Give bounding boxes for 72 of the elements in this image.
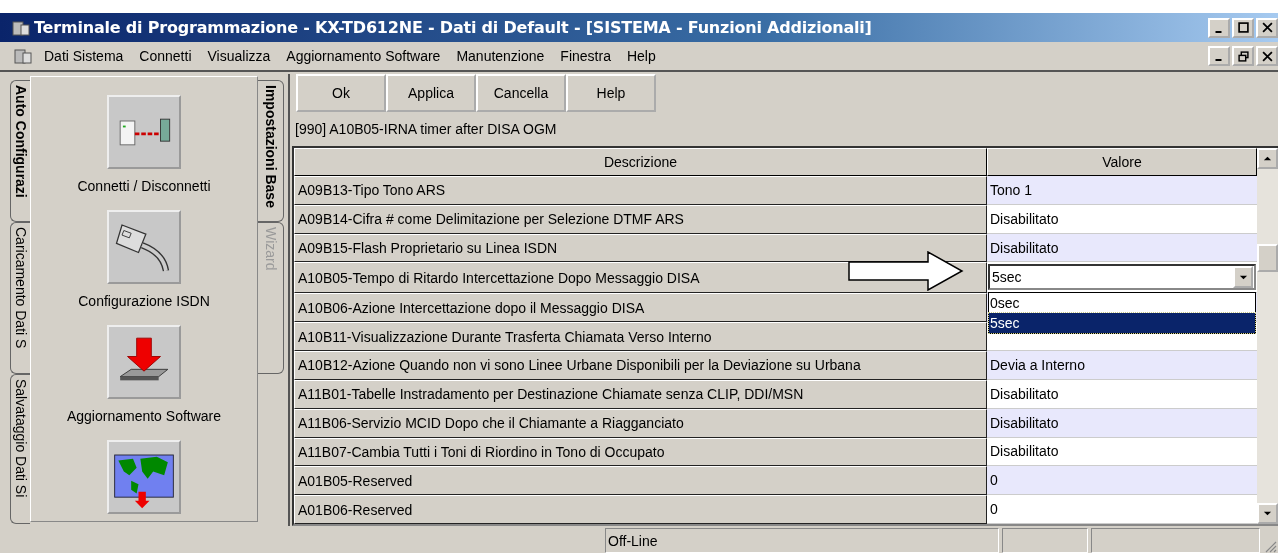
close-button[interactable] (1256, 17, 1278, 38)
launcher-label: Aggiornamento Software (66, 408, 222, 424)
table-cell: Tono 1 (987, 176, 1257, 205)
side-tab[interactable]: Auto Configurazi (10, 80, 30, 222)
launcher-button[interactable] (107, 325, 181, 399)
menu-item[interactable]: Connetti (131, 48, 200, 64)
table-cell: Disabilitato (987, 408, 1257, 438)
table-cell: A11B07-Cambia Tutti i Toni di Riordino in Tono di Occupato (294, 437, 987, 467)
table-cell: A10B05-Tempo di Ritardo Intercettazione Dopo Messaggio DISA (294, 262, 987, 294)
minimize-icon (1214, 59, 1222, 61)
table-cell: A09B14-Cifra # come Delimitazione per Selezione DTMF ARS (294, 204, 987, 234)
toolbar-button[interactable]: Cancella (476, 74, 566, 112)
table-cell: Disabilitato (987, 204, 1257, 234)
launcher-button[interactable] (107, 210, 181, 284)
launcher-label: Connetti / Disconnetti (77, 178, 211, 194)
parameter-info: [990] A10B05-IRNA timer after DISA OGM (294, 120, 558, 139)
table-cell: A10B12-Azione Quando non vi sono Linee Urbane Disponibili per la Deviazione su Urbana (294, 351, 987, 380)
minimize-button[interactable] (1208, 46, 1230, 66)
dropdown-field[interactable]: 5sec (988, 264, 1256, 291)
table-cell: A10B06-Azione Intercettazione dopo il Messaggio DISA (294, 293, 987, 323)
restore-icon (1237, 50, 1249, 62)
menu-item[interactable]: Finestra (552, 48, 619, 64)
minimize-button[interactable] (1208, 17, 1230, 38)
table-cell: A11B06-Servizio MCID Dopo che il Chiamante a Riagganciato (294, 408, 987, 438)
close-button[interactable] (1256, 46, 1278, 66)
maximize-icon (1237, 22, 1249, 33)
table-cell: A01B06-Reserved (294, 495, 987, 524)
launcher-label: Configurazione ISDN (78, 293, 210, 309)
dropdown-option[interactable]: 5sec (989, 313, 1255, 334)
table-cell: Disabilitato (987, 233, 1257, 263)
table-cell: Disabilitato (987, 437, 1257, 467)
window-title: Terminale di Programmazione - KX-TD612NE - Dati di Default - [SISTEMA - Funzioni Addizionali] (34, 18, 872, 37)
computer-icon (14, 47, 32, 65)
toolbar-button[interactable]: Ok (296, 74, 386, 112)
minimize-icon (1214, 30, 1222, 33)
resize-grip-icon (1263, 539, 1277, 553)
scroll-down-button[interactable] (1257, 503, 1278, 524)
computer-icon (12, 18, 30, 37)
scroll-thumb[interactable] (1257, 244, 1278, 272)
side-tab[interactable]: Caricamento Dati S (10, 222, 30, 374)
side-tab[interactable]: Salvataggio Dati Si (10, 374, 30, 524)
vertical-scrollbar[interactable] (1257, 148, 1278, 524)
menu-item[interactable]: Help (618, 48, 664, 64)
table-cell: Disabilitato (987, 379, 1257, 409)
toolbar-button[interactable]: Help (566, 74, 656, 112)
table-cell: A10B11-Visualizzazione Durante Trasferta Chiamata Verso Interno (294, 322, 987, 352)
launcher-button[interactable] (107, 95, 181, 169)
table-cell: Devia a Interno (987, 351, 1257, 380)
table-cell: A09B13-Tipo Tono ARS (294, 176, 987, 205)
table-cell: A11B01-Tabelle Instradamento per Destinazione Chiamate senza CLIP, DDI/MSN (294, 379, 987, 409)
table-cell: A09B15-Flash Proprietario su Linea ISDN (294, 233, 987, 263)
maximize-button[interactable] (1232, 17, 1254, 38)
panel-tab[interactable]: Impostazioni Base (258, 80, 284, 222)
table-cell: 0 (987, 466, 1257, 496)
column-header[interactable]: Descrizione (294, 148, 987, 176)
toolbar-button[interactable]: Applica (386, 74, 476, 112)
menu-item[interactable]: Manutenzione (448, 48, 553, 64)
table-cell: 0 (987, 495, 1257, 524)
launcher-button[interactable] (107, 440, 181, 514)
close-icon (1261, 22, 1273, 33)
dropdown-option[interactable]: 0sec (989, 293, 1255, 314)
table-cell: A01B05-Reserved (294, 466, 987, 496)
menu-item[interactable]: Dati Sistema (36, 48, 132, 64)
scroll-up-button[interactable] (1257, 148, 1278, 169)
column-header[interactable]: Valore (987, 148, 1257, 176)
down-triangle-icon (1263, 509, 1272, 518)
close-icon (1261, 50, 1273, 62)
status-text: Off-Line (605, 528, 999, 553)
restore-button[interactable] (1232, 46, 1254, 66)
up-triangle-icon (1263, 154, 1272, 163)
menu-item[interactable]: Visualizza (199, 48, 279, 64)
menu-item[interactable]: Aggiornamento Software (278, 48, 449, 64)
